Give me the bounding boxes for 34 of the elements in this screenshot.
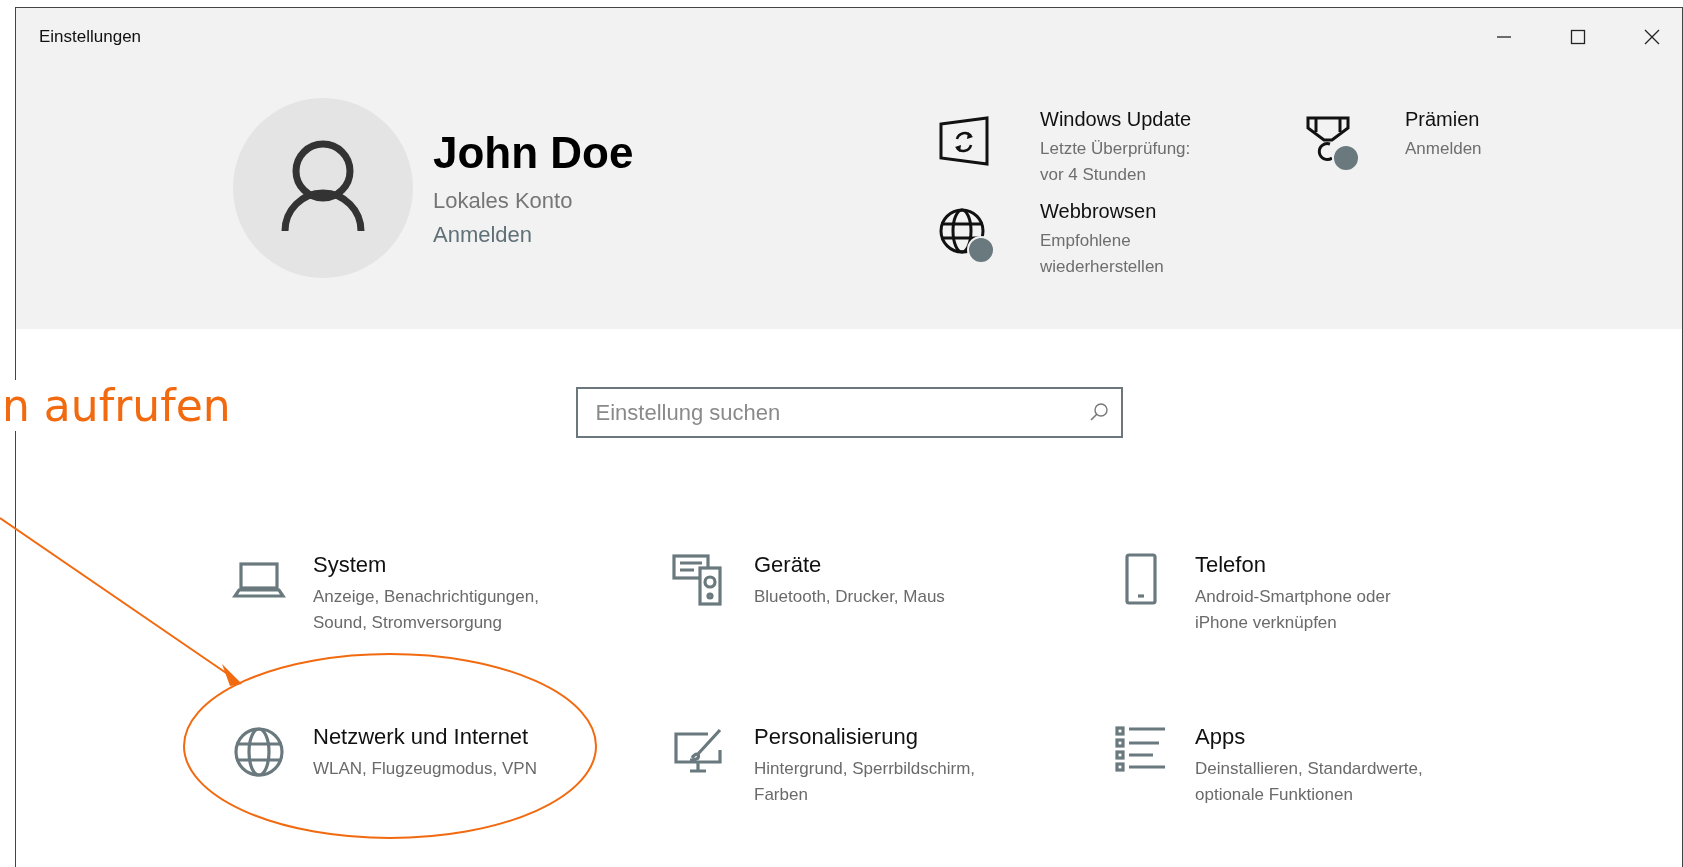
- category-title: Netzwerk und Internet: [313, 724, 530, 750]
- shortcut-title[interactable]: Prämien: [1405, 108, 1482, 131]
- shortcut-title[interactable]: Windows Update: [1040, 108, 1192, 131]
- category-title: Geräte: [754, 552, 823, 578]
- shortcut-subtitle: Empfohlene wiederherstellen: [1040, 230, 1164, 278]
- category-tile[interactable]: Telefon Android-Smartphone oder iPhone verknüpfen: [1113, 552, 1554, 664]
- category-description: Bluetooth, Drucker, Maus: [754, 586, 945, 608]
- shortcut-title[interactable]: Webbrowsen: [1040, 200, 1164, 223]
- category-tile[interactable]: Personalisierung Hintergrund, Sperrbildschirm, Farben: [672, 724, 1113, 836]
- close-icon[interactable]: [1644, 29, 1660, 45]
- search-icon[interactable]: [1088, 402, 1109, 422]
- category-title: Telefon: [1195, 552, 1267, 578]
- category-description: Deinstallieren, Standardwerte, optionale Funktionen: [1195, 758, 1423, 806]
- category-tile[interactable]: Geräte Bluetooth, Drucker, Maus: [672, 552, 1113, 664]
- shortcut-subtitle: Letzte Überprüfung: vor 4 Stunden: [1040, 138, 1192, 186]
- category-description: Anzeige, Benachrichtigungen, Sound, Stromversorgung: [313, 586, 539, 634]
- category-description: Hintergrund, Sperrbildschirm, Farben: [754, 758, 976, 806]
- category-description: Android-Smartphone oder iPhone verknüpfen: [1195, 586, 1391, 634]
- sign-in-link[interactable]: Anmelden: [433, 222, 634, 248]
- category-tile[interactable]: Netzwerk und Internet WLAN, Flugzeugmodus, VPN: [231, 724, 672, 836]
- category-description: WLAN, Flugzeugmodus, VPN: [313, 758, 537, 780]
- category-tile[interactable]: Apps Deinstallieren, Standardwerte, optionale Funktionen: [1113, 724, 1554, 836]
- category-title: Apps: [1195, 724, 1247, 750]
- category-tile[interactable]: System Anzeige, Benachrichtigungen, Sound, Stromversorgung: [231, 552, 672, 664]
- category-title: System: [313, 552, 388, 578]
- shortcut-subtitle: Anmelden: [1405, 138, 1482, 160]
- globe-icon: [231, 724, 287, 780]
- search-field[interactable]: Einstellung suchen: [575, 387, 1123, 438]
- window-title: Einstellungen: [39, 27, 142, 47]
- account-type: Lokales Konto: [433, 188, 574, 214]
- avatar-icon: [233, 98, 413, 278]
- category-title: Personalisierung: [754, 724, 919, 750]
- maximize-icon[interactable]: [1570, 29, 1586, 45]
- user-name: John Doe: [433, 128, 634, 178]
